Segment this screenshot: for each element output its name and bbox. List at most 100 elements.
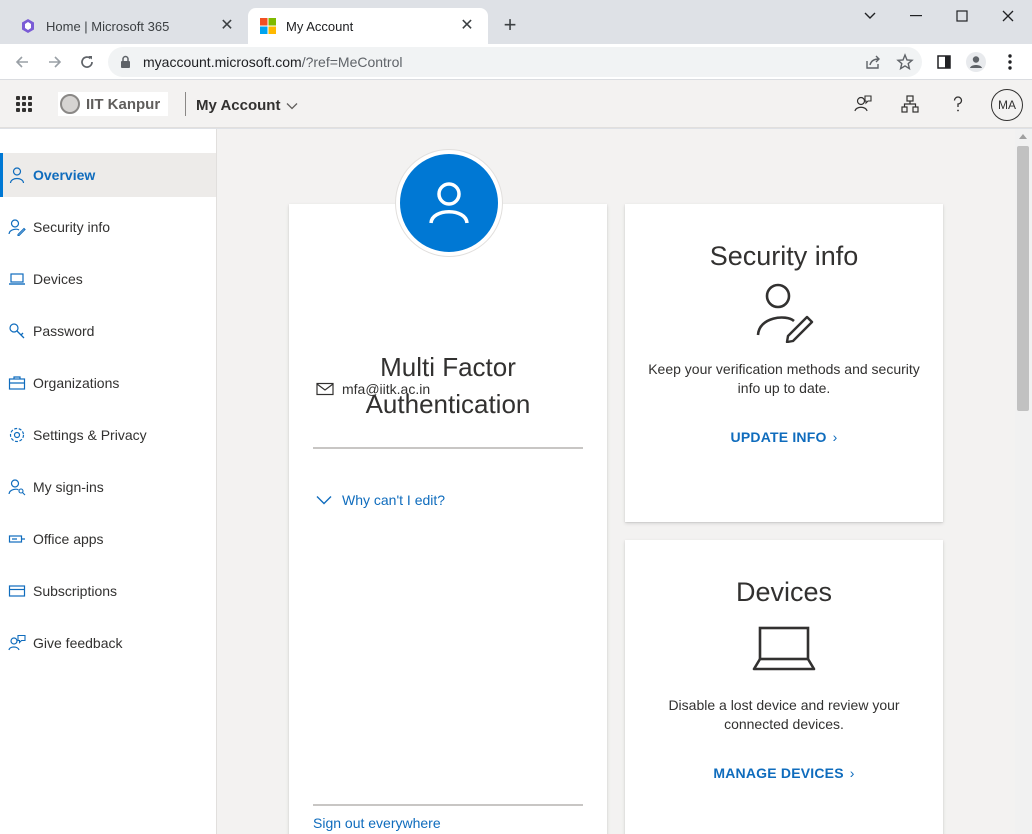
- app-name-menu[interactable]: My Account: [196, 97, 298, 114]
- chevron-right-icon: ›: [832, 429, 838, 445]
- sidebar-item-organizations[interactable]: Organizations: [0, 361, 216, 405]
- sidebar-item-password[interactable]: Password: [0, 309, 216, 353]
- scrollbar-thumb[interactable]: [1017, 146, 1029, 411]
- sidebar-item-settings-privacy[interactable]: Settings & Privacy: [0, 413, 216, 457]
- sidebar-item-label: Password: [33, 323, 95, 339]
- browser-menu-icon[interactable]: [998, 50, 1022, 74]
- url-host: myaccount.microsoft.com: [143, 54, 302, 70]
- feedback-person-icon[interactable]: [853, 94, 873, 114]
- tab-home-microsoft-365[interactable]: Home | Microsoft 365 ✕: [8, 8, 248, 44]
- tab-my-account[interactable]: My Account ✕: [248, 8, 488, 44]
- why-cant-i-edit-toggle[interactable]: Why can't I edit?: [316, 492, 445, 508]
- devices-title: Devices: [735, 577, 833, 607]
- sidebar-item-security-info[interactable]: Security info: [0, 205, 216, 249]
- side-panel-icon[interactable]: [932, 50, 956, 74]
- back-arrow-icon[interactable]: [10, 50, 34, 74]
- why-cant-i-edit-label: Why can't I edit?: [342, 492, 446, 508]
- new-tab-button[interactable]: +: [498, 14, 522, 38]
- org-name: IIT Kanpur: [86, 95, 161, 113]
- update-info-label: UPDATE INFO: [730, 429, 827, 445]
- email-text: mfa@iitk.ac.in: [342, 381, 431, 397]
- forward-arrow-icon[interactable]: [43, 50, 67, 74]
- profile-email: mfa@iitk.ac.in: [316, 381, 430, 397]
- devices-card: Devices Disable a lost device and review…: [625, 540, 943, 834]
- page-scrollbar[interactable]: [1015, 129, 1032, 834]
- chevron-right-icon: ›: [849, 765, 855, 781]
- tab-search-chevron-icon[interactable]: [847, 4, 893, 28]
- profile-card: Multi Factor Authentication mfa@iitk.ac.…: [289, 204, 607, 834]
- briefcase-icon: [8, 376, 26, 390]
- sidebar-item-label: Security info: [33, 219, 111, 235]
- update-info-link[interactable]: UPDATE INFO ›: [625, 429, 943, 445]
- sidebar-item-my-sign-ins[interactable]: My sign-ins: [0, 465, 216, 509]
- lock-icon: [120, 55, 131, 74]
- star-bookmark-icon[interactable]: [896, 53, 914, 71]
- help-question-icon[interactable]: [948, 94, 968, 114]
- person-edit-icon: [8, 219, 26, 236]
- chevron-down-icon: [316, 496, 332, 505]
- reload-icon[interactable]: [75, 50, 99, 74]
- sidebar-item-subscriptions[interactable]: Subscriptions: [0, 569, 216, 613]
- org-logo[interactable]: IIT Kanpur: [58, 92, 168, 116]
- security-info-title: Security info: [709, 241, 859, 271]
- close-window-icon[interactable]: [985, 4, 1031, 28]
- header-divider: [185, 92, 186, 116]
- sidebar-item-label: Subscriptions: [33, 583, 118, 599]
- apps-icon: [8, 535, 25, 543]
- org-seal-icon: [60, 94, 80, 114]
- minimize-icon[interactable]: [893, 4, 939, 28]
- security-info-description: Keep your verification methods and secur…: [648, 361, 920, 396]
- sidebar-item-label: Settings & Privacy: [33, 427, 147, 443]
- share-icon[interactable]: [864, 53, 882, 71]
- feedback-icon: [8, 634, 26, 651]
- profile-picture-icon[interactable]: [396, 150, 502, 256]
- sidebar-item-label: Devices: [33, 271, 83, 287]
- microsoft-365-favicon-icon: [20, 18, 36, 34]
- sidebar-item-label: Office apps: [33, 531, 104, 547]
- devices-description: Disable a lost device and review your co…: [668, 697, 900, 732]
- laptop-icon: [9, 273, 25, 285]
- profile-divider-bottom: [313, 804, 583, 806]
- browser-toolbar: myaccount.microsoft.com/?ref=MeControl: [0, 44, 1032, 80]
- app-launcher-waffle-icon[interactable]: [16, 96, 32, 112]
- maximize-icon[interactable]: [939, 4, 985, 28]
- close-tab-icon[interactable]: ✕: [218, 17, 236, 35]
- sidebar-item-label: Overview: [33, 167, 96, 183]
- app-header: IIT Kanpur My Account: [0, 80, 1032, 128]
- scroll-up-arrow-icon[interactable]: [1019, 134, 1027, 139]
- tab-title: Home | Microsoft 365: [46, 18, 170, 34]
- account-avatar[interactable]: MA: [991, 89, 1023, 121]
- profile-divider-top: [313, 447, 583, 449]
- person-edit-icon: [752, 279, 816, 344]
- url-text: myaccount.microsoft.com/?ref=MeControl: [143, 54, 403, 70]
- sidebar-item-overview[interactable]: Overview: [0, 153, 216, 197]
- main-content: Multi Factor Authentication mfa@iitk.ac.…: [217, 129, 1015, 834]
- address-bar[interactable]: myaccount.microsoft.com/?ref=MeControl: [108, 47, 922, 77]
- security-info-card: Security info Keep your verification met…: [625, 204, 943, 522]
- tab-title: My Account: [286, 18, 354, 34]
- person-key-icon: [8, 479, 26, 496]
- sidebar-nav: Overview Security info Devices Password …: [0, 129, 217, 834]
- chevron-down-icon: [286, 97, 298, 114]
- browser-tabstrip: Home | Microsoft 365 ✕ My Account ✕ +: [0, 0, 1032, 44]
- profile-avatar-icon[interactable]: [964, 50, 988, 74]
- mail-icon: [316, 382, 334, 396]
- sidebar-item-label: My sign-ins: [33, 479, 104, 495]
- microsoft-logo-icon: [260, 18, 276, 34]
- key-icon: [9, 323, 25, 339]
- sign-out-everywhere-link[interactable]: Sign out everywhere: [313, 815, 441, 831]
- sidebar-item-label: Give feedback: [33, 635, 123, 651]
- sidebar-item-devices[interactable]: Devices: [0, 257, 216, 301]
- sidebar-item-office-apps[interactable]: Office apps: [0, 517, 216, 561]
- laptop-icon: [752, 615, 816, 679]
- sidebar-item-give-feedback[interactable]: Give feedback: [0, 621, 216, 665]
- url-path: /?ref=MeControl: [301, 54, 403, 70]
- app-name: My Account: [196, 97, 281, 114]
- person-icon: [9, 167, 25, 184]
- manage-devices-link[interactable]: MANAGE DEVICES ›: [625, 765, 943, 781]
- card-icon: [8, 585, 26, 597]
- close-tab-icon[interactable]: ✕: [458, 17, 476, 35]
- sidebar-item-label: Organizations: [33, 375, 120, 391]
- org-chart-icon[interactable]: [900, 94, 920, 114]
- gear-icon: [9, 427, 25, 443]
